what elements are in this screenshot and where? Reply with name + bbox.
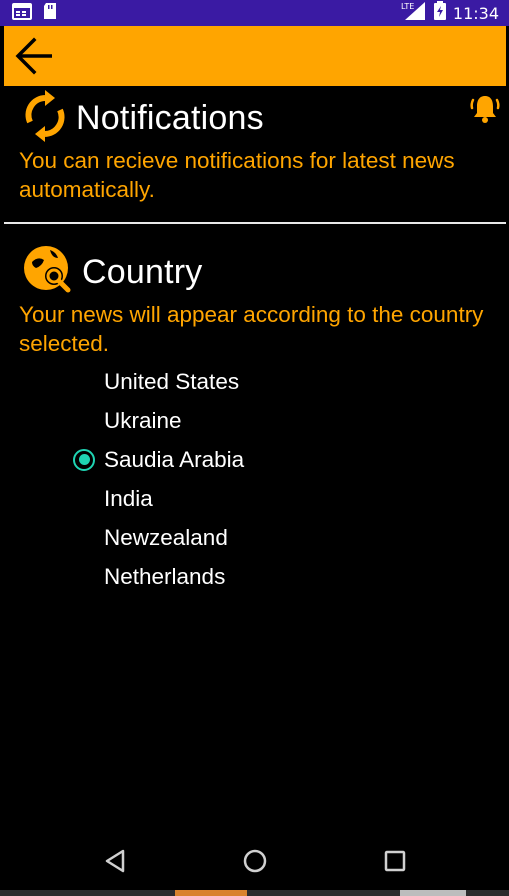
country-option[interactable]: Netherlands: [70, 557, 244, 596]
country-option[interactable]: Newzealand: [70, 518, 244, 557]
country-option-label: Ukraine: [104, 407, 182, 433]
country-option-label: India: [104, 485, 153, 511]
status-time: 11:34: [452, 3, 499, 23]
country-option-label: Saudia Arabia: [104, 446, 245, 472]
nav-home-icon[interactable]: [240, 846, 270, 876]
system-nav-bar: [4, 826, 506, 896]
radio-button[interactable]: [70, 524, 98, 552]
radio-button[interactable]: [70, 368, 98, 396]
radio-button[interactable]: [70, 485, 98, 513]
country-title: Country: [82, 252, 203, 291]
notifications-header: Notifications: [20, 88, 264, 148]
notifications-title: Notifications: [76, 98, 264, 137]
arrow-back-icon: [15, 37, 52, 75]
country-description: Your news will appear according to the c…: [19, 302, 484, 356]
country-option[interactable]: Saudia Arabia: [70, 440, 244, 479]
bottom-strip-light: [400, 890, 466, 896]
globe-search-icon: [20, 242, 76, 302]
bottom-strip-accent: [175, 890, 247, 896]
app-bar: [4, 26, 506, 86]
country-option[interactable]: Ukraine: [70, 401, 244, 440]
radio-button[interactable]: [70, 563, 98, 591]
country-radio-group: United States Ukraine Saudia Arabia Indi…: [70, 362, 244, 596]
nav-back-icon[interactable]: [100, 846, 130, 876]
country-option-label: United States: [104, 368, 240, 394]
country-option[interactable]: United States: [70, 362, 244, 401]
country-option-label: Netherlands: [104, 563, 226, 589]
nav-recents-icon[interactable]: [380, 846, 410, 876]
bell-icon[interactable]: [468, 92, 502, 126]
notifications-description: You can recieve notifications for latest…: [19, 148, 455, 202]
status-bar: LTE 11:34: [0, 0, 509, 26]
country-option[interactable]: India: [70, 479, 244, 518]
radio-button[interactable]: [70, 446, 98, 474]
network-label: LTE: [401, 2, 414, 11]
calendar-icon: [12, 2, 32, 24]
signal-icon: LTE: [401, 1, 427, 25]
app-screen: Notifications You can recieve notificati…: [4, 26, 506, 896]
country-option-label: Newzealand: [104, 524, 228, 550]
section-divider: [4, 222, 506, 224]
bottom-edge-strip: [0, 890, 509, 896]
country-header: Country: [20, 242, 202, 302]
sd-card-icon: [42, 2, 58, 24]
battery-icon: [433, 1, 447, 25]
sync-icon: [20, 88, 70, 148]
back-button[interactable]: [6, 28, 62, 84]
radio-button[interactable]: [70, 407, 98, 435]
